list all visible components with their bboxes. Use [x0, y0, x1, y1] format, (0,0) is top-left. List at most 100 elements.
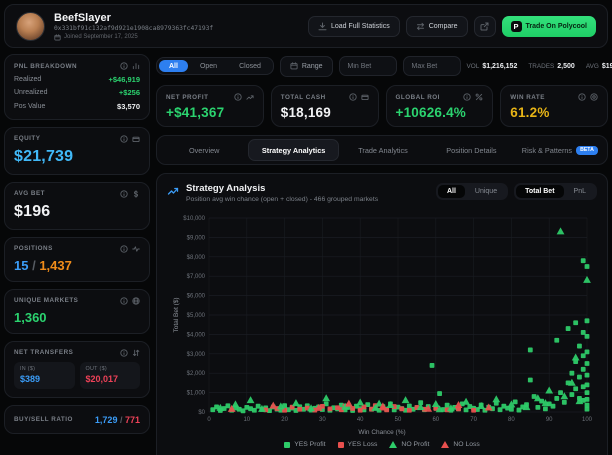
unique-markets-card: UNIQUE MARKETS 1,360: [4, 289, 150, 334]
scatter-point: [585, 382, 590, 387]
trend-line-icon[interactable]: [246, 93, 254, 101]
stat-cards: NET PROFIT +$41,367 TOTAL CASH $18,16: [156, 85, 608, 127]
svg-text:$1,000: $1,000: [187, 391, 206, 397]
pnl-breakdown-card: PNL BREAKDOWN Realized +$46,919 Unrealiz…: [4, 54, 150, 120]
filter-closed[interactable]: Closed: [229, 60, 271, 72]
svg-text:100: 100: [582, 417, 593, 423]
total-cash-value: $18,169: [281, 105, 369, 120]
scatter-point: [402, 396, 410, 403]
info-icon[interactable]: [120, 245, 128, 253]
transfers-out-label: OUT ($): [86, 366, 135, 372]
scope-toggle: All Unique: [436, 183, 508, 200]
equity-label: EQUITY: [14, 135, 40, 142]
chart-title: Strategy Analysis: [186, 183, 378, 194]
tab-overview[interactable]: Overview: [160, 139, 248, 161]
scatter-point: [585, 390, 590, 395]
scatter-point: [585, 349, 590, 354]
svg-text:50: 50: [395, 417, 402, 423]
scatter-point: [226, 403, 231, 408]
scatter-point: [492, 395, 500, 402]
transfer-arrows-icon[interactable]: [132, 349, 140, 357]
svg-text:$3,000: $3,000: [187, 352, 206, 358]
activity-icon[interactable]: [132, 245, 140, 253]
info-icon[interactable]: [120, 190, 128, 198]
scatter-point: [509, 407, 514, 412]
bar-chart-icon[interactable]: [132, 62, 140, 70]
info-icon[interactable]: [578, 93, 586, 101]
percent-icon[interactable]: [475, 93, 483, 101]
compare-button[interactable]: Compare: [406, 16, 468, 37]
tab-trade-analytics[interactable]: Trade Analytics: [339, 139, 427, 161]
svg-text:$2,000: $2,000: [187, 371, 206, 377]
scatter-point: [437, 391, 442, 396]
plot-area: 0102030405060708090100$0$1,000$2,000$3,0…: [167, 210, 597, 448]
chart-subtitle: Position avg win chance (open + closed) …: [186, 196, 378, 203]
pnl-row-unrealized: Unrealized +$256: [14, 88, 140, 97]
svg-text:$8,000: $8,000: [187, 255, 206, 261]
tab-strategy-analytics[interactable]: Strategy Analytics: [248, 139, 338, 161]
scatter-point: [585, 397, 590, 402]
svg-text:$5,000: $5,000: [187, 313, 206, 319]
load-full-statistics-button[interactable]: Load Full Statistics: [308, 16, 400, 37]
svg-text:$10,000: $10,000: [183, 216, 205, 222]
scatter-point: [573, 386, 578, 391]
scatter-point: [585, 334, 590, 339]
range-button[interactable]: Range: [280, 56, 333, 77]
scatter-point: [407, 408, 412, 413]
min-bet-input[interactable]: [339, 56, 397, 76]
toggle-total-bet[interactable]: Total Bet: [516, 185, 563, 198]
scatter-point: [577, 375, 582, 380]
info-icon[interactable]: [463, 93, 471, 101]
pnl-row-pos-value: Pos Value $3,570: [14, 102, 140, 111]
tab-risk-patterns[interactable]: Risk & PatternsBETA: [516, 139, 604, 161]
scatter-point: [297, 407, 302, 412]
external-link-icon: [480, 22, 489, 31]
wallet-icon[interactable]: [132, 135, 140, 143]
dollar-icon[interactable]: [132, 190, 140, 198]
svg-text:30: 30: [319, 417, 326, 423]
info-icon[interactable]: [120, 135, 128, 143]
wallet-icon[interactable]: [361, 93, 369, 101]
svg-text:0: 0: [207, 417, 211, 423]
net-profit-value: +$41,367: [166, 105, 254, 120]
legend-no-profit: NO Profit: [389, 441, 429, 448]
info-icon[interactable]: [349, 93, 357, 101]
net-transfers-label: NET TRANSFERS: [14, 349, 73, 356]
analytics-tabs: Overview Strategy Analytics Trade Analyt…: [156, 135, 608, 165]
scatter-point: [471, 408, 476, 413]
svg-text:$0: $0: [198, 410, 205, 416]
scatter-point: [558, 390, 563, 395]
avatar[interactable]: [16, 12, 45, 41]
scatter-point: [292, 399, 300, 406]
external-link-button[interactable]: [474, 16, 496, 37]
globe-icon[interactable]: [132, 297, 140, 305]
scatter-point: [585, 264, 590, 269]
tab-position-details[interactable]: Position Details: [427, 139, 515, 161]
scatter-point: [269, 402, 277, 409]
info-icon[interactable]: [120, 297, 128, 305]
target-icon[interactable]: [590, 93, 598, 101]
max-bet-input[interactable]: [403, 56, 461, 76]
joined-date: Joined September 17, 2025: [54, 34, 213, 41]
info-icon[interactable]: [120, 62, 128, 70]
scatter-point: [585, 407, 590, 412]
scatter-point: [566, 326, 571, 331]
global-roi-value: +10626.4%: [396, 105, 484, 120]
transfers-out-box: OUT ($) $20,017: [80, 362, 141, 389]
info-icon[interactable]: [234, 93, 242, 101]
wallet-address[interactable]: 0x331bf91c132af9d921e1908ca8979363fc4719…: [54, 25, 213, 32]
info-icon[interactable]: [120, 349, 128, 357]
trade-on-polycool-button[interactable]: P Trade On Polycool: [502, 16, 596, 37]
filter-all[interactable]: All: [159, 60, 188, 72]
toggle-pnl[interactable]: PnL: [565, 185, 595, 198]
filter-open[interactable]: Open: [190, 60, 227, 72]
unique-markets-value: 1,360: [14, 310, 140, 325]
scatter-point: [462, 398, 470, 405]
scatter-point: [477, 402, 485, 409]
toggle-all[interactable]: All: [438, 185, 465, 198]
scatter-point: [328, 406, 333, 411]
toggle-unique[interactable]: Unique: [466, 185, 506, 198]
svg-text:Total Bet ($): Total Bet ($): [173, 297, 180, 332]
sidebar: PNL BREAKDOWN Realized +$46,919 Unrealiz…: [4, 54, 150, 434]
scatter-point: [430, 363, 435, 368]
